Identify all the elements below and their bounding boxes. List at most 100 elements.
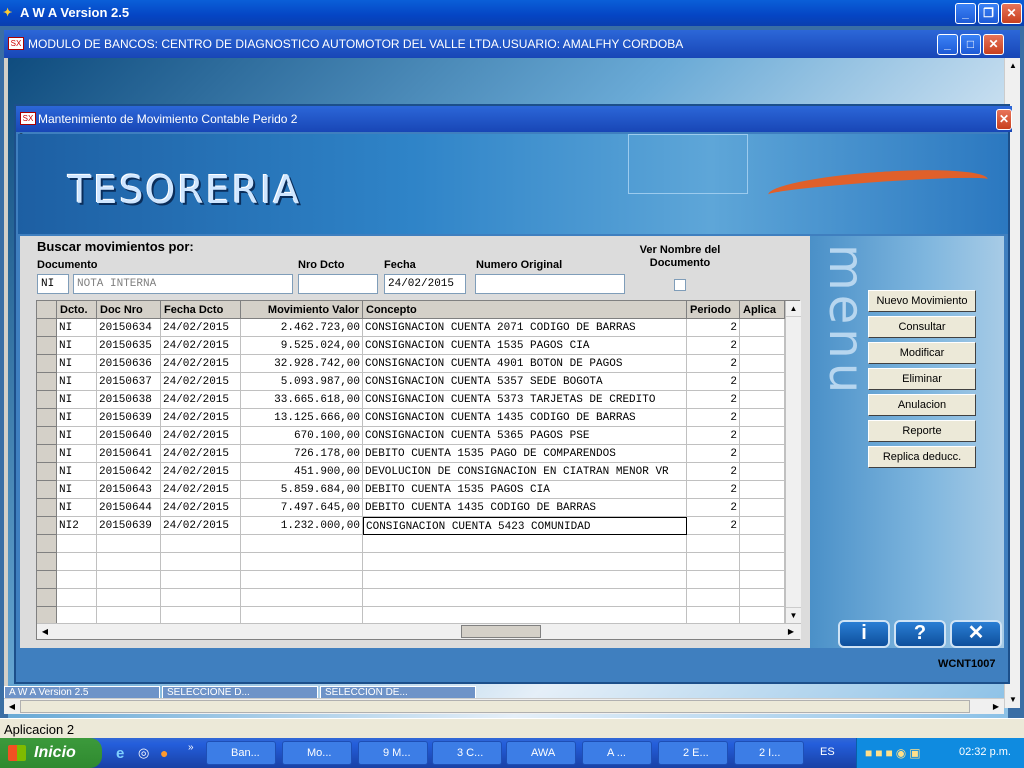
table-cell[interactable] xyxy=(363,571,687,589)
numero-original-input[interactable] xyxy=(475,274,625,294)
row-selector[interactable] xyxy=(37,319,57,337)
col-header-doc-nro[interactable]: Doc Nro xyxy=(97,301,161,319)
table-cell[interactable]: 24/02/2015 xyxy=(161,517,241,535)
table-cell[interactable]: CONSIGNACION CUENTA 5373 TARJETAS DE CRE… xyxy=(363,391,687,409)
table-cell[interactable]: 9.525.024,00 xyxy=(241,337,363,355)
table-cell[interactable]: NI xyxy=(57,373,97,391)
table-cell[interactable]: 20150638 xyxy=(97,391,161,409)
table-cell[interactable]: NI xyxy=(57,463,97,481)
table-cell[interactable] xyxy=(687,571,740,589)
info-icon[interactable]: i xyxy=(838,620,890,648)
table-cell[interactable]: 2 xyxy=(687,445,740,463)
dialog-close-button[interactable]: ✕ xyxy=(996,109,1012,130)
table-cell[interactable]: 2 xyxy=(687,373,740,391)
table-cell[interactable] xyxy=(740,409,785,427)
table-cell[interactable]: CONSIGNACION CUENTA 5365 PAGOS PSE xyxy=(363,427,687,445)
table-cell[interactable]: 2 xyxy=(687,409,740,427)
scroll-down-icon[interactable]: ▼ xyxy=(1005,692,1021,708)
table-cell[interactable] xyxy=(740,589,785,607)
table-cell[interactable] xyxy=(241,553,363,571)
table-cell[interactable] xyxy=(57,553,97,571)
table-row[interactable] xyxy=(37,589,785,607)
table-cell[interactable] xyxy=(97,553,161,571)
table-cell[interactable] xyxy=(241,571,363,589)
firefox-icon[interactable]: ● xyxy=(160,745,168,761)
table-cell[interactable]: CONSIGNACION CUENTA 4901 BOTON DE PAGOS xyxy=(363,355,687,373)
table-cell[interactable]: 32.928.742,00 xyxy=(241,355,363,373)
table-cell[interactable] xyxy=(740,517,785,535)
row-selector[interactable] xyxy=(37,355,57,373)
table-cell[interactable] xyxy=(740,571,785,589)
table-row[interactable] xyxy=(37,571,785,589)
help-icon[interactable]: ? xyxy=(894,620,946,648)
table-cell[interactable] xyxy=(97,589,161,607)
table-cell[interactable] xyxy=(97,571,161,589)
table-cell[interactable] xyxy=(740,319,785,337)
table-cell[interactable]: 20150637 xyxy=(97,373,161,391)
table-cell[interactable] xyxy=(161,535,241,553)
table-cell[interactable]: CONSIGNACION CUENTA 2071 CODIGO DE BARRA… xyxy=(363,319,687,337)
table-cell[interactable] xyxy=(740,499,785,517)
table-cell[interactable]: 24/02/2015 xyxy=(161,427,241,445)
table-cell[interactable]: 5.093.987,00 xyxy=(241,373,363,391)
table-cell[interactable]: 726.178,00 xyxy=(241,445,363,463)
table-cell[interactable] xyxy=(57,535,97,553)
grid-horizontal-scrollbar[interactable]: ◀ ▶ xyxy=(37,623,801,639)
table-cell[interactable] xyxy=(740,337,785,355)
table-cell[interactable]: 24/02/2015 xyxy=(161,319,241,337)
task-button[interactable]: AWA xyxy=(506,741,576,765)
table-cell[interactable] xyxy=(740,535,785,553)
menu-button-reporte[interactable]: Reporte xyxy=(868,420,976,442)
col-header-dcto[interactable]: Dcto. xyxy=(57,301,97,319)
table-cell[interactable]: 2 xyxy=(687,427,740,445)
grid-scroll-right-icon[interactable]: ▶ xyxy=(783,624,799,639)
row-selector[interactable] xyxy=(37,463,57,481)
table-row[interactable]: NI 20150642 24/02/2015 451.900,00 DEVOLUCION… xyxy=(37,463,785,481)
table-cell[interactable]: NI xyxy=(57,319,97,337)
table-cell[interactable]: 20150644 xyxy=(97,499,161,517)
table-cell[interactable]: CONSIGNACION CUENTA 5423 COMUNIDAD xyxy=(363,517,687,535)
mdi-scroll-thumb[interactable] xyxy=(20,700,970,713)
row-selector[interactable] xyxy=(37,553,57,571)
table-cell[interactable] xyxy=(740,553,785,571)
task-button[interactable]: Mo... xyxy=(282,741,352,765)
mdi-scroll-right-icon[interactable]: ▶ xyxy=(988,699,1004,715)
row-selector[interactable] xyxy=(37,391,57,409)
table-cell[interactable] xyxy=(740,373,785,391)
table-cell[interactable]: 1.232.000,00 xyxy=(241,517,363,535)
table-cell[interactable]: NI xyxy=(57,499,97,517)
task-button[interactable]: 9 M... xyxy=(358,741,428,765)
row-selector[interactable] xyxy=(37,535,57,553)
table-cell[interactable]: NI2 xyxy=(57,517,97,535)
grid-vertical-scrollbar[interactable]: ▲ ▼ xyxy=(785,301,801,623)
table-row[interactable]: NI 20150636 24/02/2015 32.928.742,00 CONSIGN… xyxy=(37,355,785,373)
row-selector[interactable] xyxy=(37,427,57,445)
table-cell[interactable]: NI xyxy=(57,427,97,445)
table-cell[interactable]: NI xyxy=(57,391,97,409)
row-selector[interactable] xyxy=(37,373,57,391)
grid-scroll-thumb[interactable] xyxy=(461,625,541,638)
table-cell[interactable]: 7.497.645,00 xyxy=(241,499,363,517)
minimize-button[interactable]: _ xyxy=(955,3,976,24)
table-cell[interactable]: 24/02/2015 xyxy=(161,445,241,463)
table-row[interactable]: NI 20150643 24/02/2015 5.859.684,00 DEBITO C… xyxy=(37,481,785,499)
table-cell[interactable]: 20150636 xyxy=(97,355,161,373)
row-selector[interactable] xyxy=(37,517,57,535)
task-button[interactable]: Ban... xyxy=(206,741,276,765)
table-cell[interactable]: 24/02/2015 xyxy=(161,355,241,373)
table-cell[interactable]: 2 xyxy=(687,499,740,517)
row-selector[interactable] xyxy=(37,409,57,427)
table-cell[interactable]: DEBITO CUENTA 1535 PAGOS CIA xyxy=(363,481,687,499)
table-row[interactable]: NI 20150640 24/02/2015 670.100,00 CONSIGNACI… xyxy=(37,427,785,445)
table-cell[interactable] xyxy=(241,535,363,553)
row-selector[interactable] xyxy=(37,337,57,355)
table-cell[interactable]: CONSIGNACION CUENTA 1535 PAGOS CIA xyxy=(363,337,687,355)
table-row[interactable] xyxy=(37,553,785,571)
table-cell[interactable]: 33.665.618,00 xyxy=(241,391,363,409)
table-cell[interactable]: CONSIGNACION CUENTA 1435 CODIGO DE BARRA… xyxy=(363,409,687,427)
table-cell[interactable]: NI xyxy=(57,355,97,373)
language-indicator[interactable]: ES xyxy=(820,746,835,758)
table-row[interactable]: NI 20150635 24/02/2015 9.525.024,00 CONSIGNA… xyxy=(37,337,785,355)
table-cell[interactable] xyxy=(740,481,785,499)
table-cell[interactable]: DEBITO CUENTA 1535 PAGO DE COMPARENDOS xyxy=(363,445,687,463)
